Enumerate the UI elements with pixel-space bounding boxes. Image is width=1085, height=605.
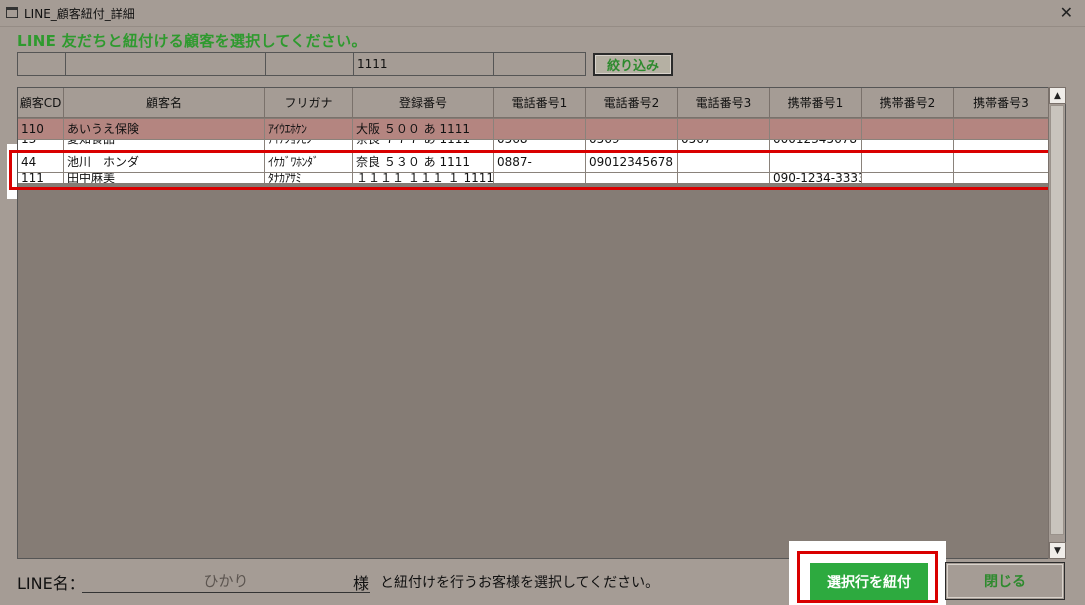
cell bbox=[954, 173, 1049, 183]
cell: 00012345678 bbox=[770, 140, 862, 151]
cell bbox=[494, 173, 586, 183]
cell: 奈良 ５３０ あ 1111 bbox=[353, 151, 494, 173]
cell: 09012345678 bbox=[586, 151, 678, 173]
column-header[interactable]: フリガナ bbox=[265, 88, 353, 118]
cell: 奈良 ７７７ あ 1111 bbox=[353, 140, 494, 151]
cell: 44 bbox=[18, 151, 64, 173]
cell bbox=[586, 173, 678, 183]
cell bbox=[954, 119, 1049, 140]
line-name-label: LINE名： bbox=[17, 574, 85, 593]
cell: 0567 bbox=[678, 140, 770, 151]
cell: ｱｲﾁｼｮｸﾋﾝ bbox=[265, 140, 353, 151]
column-header[interactable]: 電話番号1 bbox=[494, 88, 586, 118]
honorific-label: 様 bbox=[353, 574, 370, 593]
column-header[interactable]: 顧客CD bbox=[18, 88, 64, 118]
cell: 090-1234-3333 bbox=[770, 173, 862, 183]
cell bbox=[678, 119, 770, 140]
line-name-field[interactable] bbox=[82, 568, 370, 593]
cell: 大阪 ５００ あ 1111 bbox=[353, 119, 494, 140]
scroll-up-icon[interactable]: ▲ bbox=[1049, 87, 1066, 104]
cell bbox=[954, 140, 1049, 151]
cell bbox=[862, 119, 954, 140]
cell bbox=[494, 119, 586, 140]
cell bbox=[770, 151, 862, 173]
column-header[interactable]: 電話番号2 bbox=[586, 88, 678, 118]
page-heading: LINE 友だちと紐付ける顧客を選択してください。 bbox=[17, 32, 367, 50]
customer-grid[interactable]: 顧客CD 顧客名 フリガナ 登録番号 電話番号1 電話番号2 電話番号3 携帯番… bbox=[17, 87, 1066, 559]
vertical-scrollbar[interactable]: ▲ ▼ bbox=[1048, 87, 1066, 559]
column-header[interactable]: 顧客名 bbox=[64, 88, 265, 118]
cell: ｲｹｶﾞﾜﾎﾝﾀﾞ bbox=[265, 151, 353, 173]
column-header[interactable]: 携帯番号2 bbox=[862, 88, 954, 118]
title-bar: LINE_顧客紐付_詳細 ✕ bbox=[0, 0, 1085, 27]
filter-phone-input[interactable] bbox=[493, 52, 586, 76]
cell: 13 bbox=[18, 140, 64, 151]
cell: １１１１ １１１ １ 1111 bbox=[353, 173, 494, 183]
cell: あいうえ保険 bbox=[64, 119, 265, 140]
link-selected-row-button[interactable]: 選択行を紐付 bbox=[810, 563, 928, 600]
column-header[interactable]: 携帯番号1 bbox=[770, 88, 862, 118]
cell bbox=[862, 173, 954, 183]
grid-header: 顧客CD 顧客名 フリガナ 登録番号 電話番号1 電話番号2 電話番号3 携帯番… bbox=[18, 88, 1049, 118]
cell: ﾀﾅｶｱｻﾐ bbox=[265, 173, 353, 183]
column-header[interactable]: 携帯番号3 bbox=[954, 88, 1049, 118]
instruction-text: と紐付けを行うお客様を選択してください。 bbox=[380, 575, 660, 591]
app-window-icon bbox=[6, 7, 18, 18]
cell bbox=[678, 173, 770, 183]
cell: 0569 bbox=[586, 140, 678, 151]
cell: 0887- bbox=[494, 151, 586, 173]
column-header[interactable]: 電話番号3 bbox=[678, 88, 770, 118]
table-row[interactable]: 13 愛知食品 ｱｲﾁｼｮｸﾋﾝ 奈良 ７７７ あ 1111 0568 0569… bbox=[18, 140, 1049, 151]
cell bbox=[862, 140, 954, 151]
cell: 池川 ホンダ bbox=[64, 151, 265, 173]
cell bbox=[586, 119, 678, 140]
cell bbox=[862, 151, 954, 173]
cell: 田中麻美 bbox=[64, 173, 265, 183]
close-icon[interactable]: ✕ bbox=[1060, 3, 1073, 22]
cell bbox=[954, 151, 1049, 173]
table-row[interactable]: 111 田中麻美 ﾀﾅｶｱｻﾐ １１１１ １１１ １ 1111 090-1234… bbox=[18, 173, 1049, 183]
cell: 111 bbox=[18, 173, 64, 183]
window-title: LINE_顧客紐付_詳細 bbox=[24, 7, 135, 21]
cell: ｱｲｳｴﾎｹﾝ bbox=[265, 119, 353, 140]
table-row-selected[interactable]: 44 池川 ホンダ ｲｹｶﾞﾜﾎﾝﾀﾞ 奈良 ５３０ あ 1111 0887- … bbox=[18, 151, 1049, 173]
filter-button[interactable]: 絞り込み bbox=[593, 53, 673, 76]
cell bbox=[678, 151, 770, 173]
filter-customer-cd-input[interactable] bbox=[17, 52, 66, 76]
grid-rows: 110 あいうえ保険 ｱｲｳｴﾎｹﾝ 大阪 ５００ あ 1111 13 愛知食品… bbox=[18, 119, 1049, 183]
filter-furigana-input[interactable] bbox=[265, 52, 354, 76]
table-row[interactable]: 110 あいうえ保険 ｱｲｳｴﾎｹﾝ 大阪 ５００ あ 1111 bbox=[18, 119, 1049, 140]
close-button[interactable]: 閉じる bbox=[945, 562, 1065, 600]
column-header[interactable]: 登録番号 bbox=[353, 88, 494, 118]
cell: 110 bbox=[18, 119, 64, 140]
cell: 0568 bbox=[494, 140, 586, 151]
cell bbox=[770, 119, 862, 140]
cell: 愛知食品 bbox=[64, 140, 265, 151]
filter-registration-input[interactable] bbox=[353, 52, 494, 76]
scrollbar-thumb[interactable] bbox=[1050, 105, 1064, 535]
scroll-down-icon[interactable]: ▼ bbox=[1049, 542, 1066, 559]
filter-customer-name-input[interactable] bbox=[65, 52, 266, 76]
